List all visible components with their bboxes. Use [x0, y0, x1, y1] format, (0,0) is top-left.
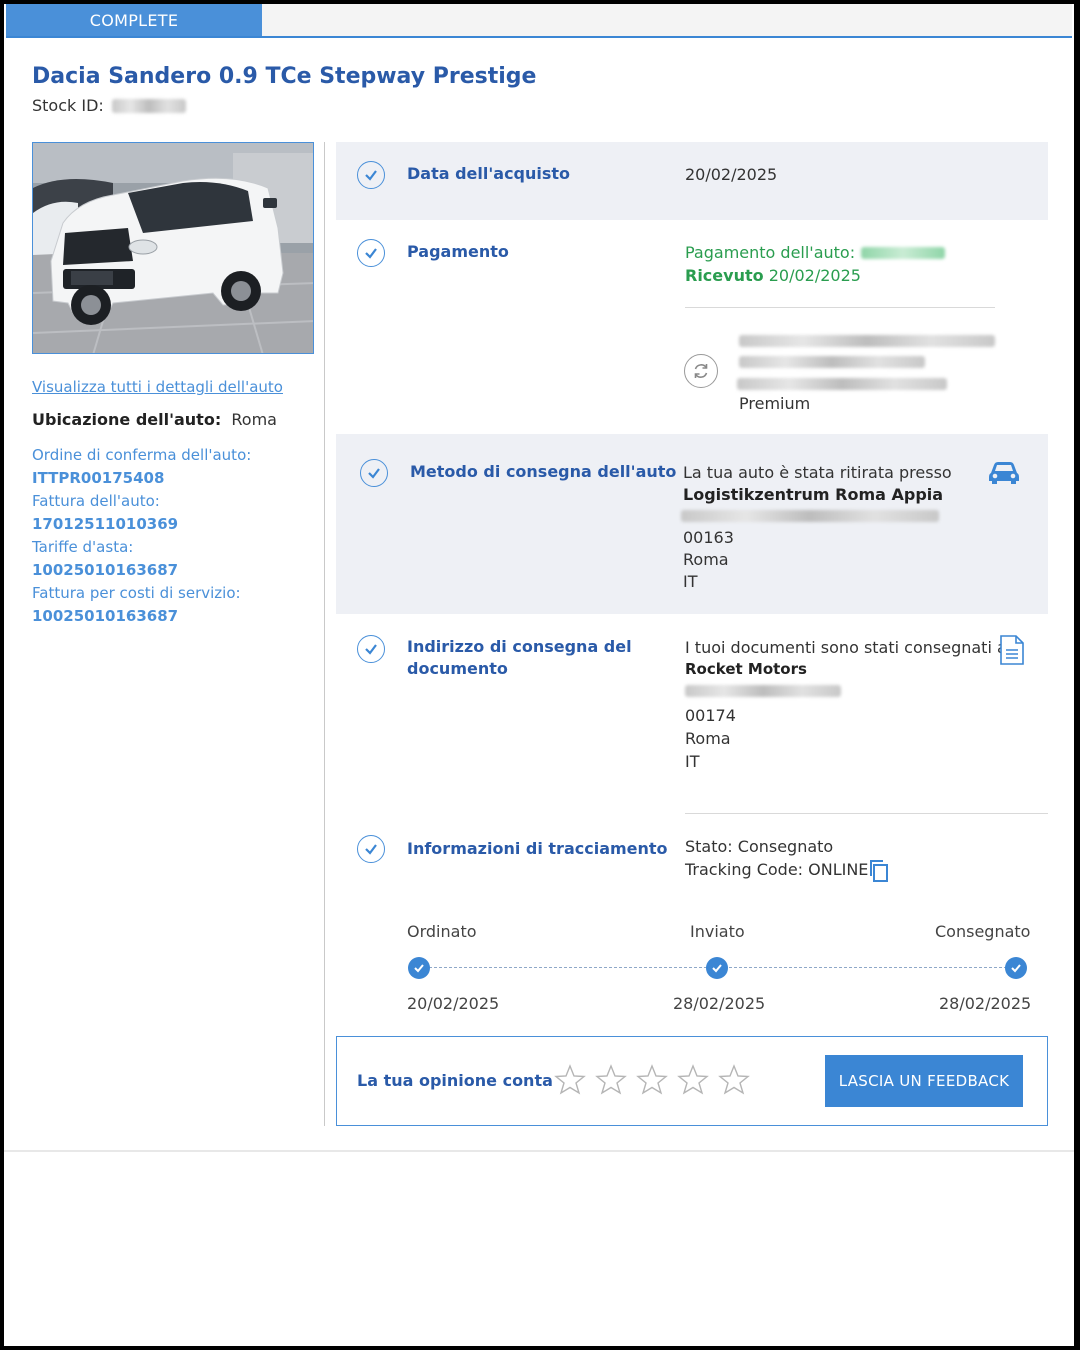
payment-received-date: 20/02/2025	[768, 266, 861, 285]
documents-city: Roma	[685, 729, 731, 748]
delivery-location-name: Logistikzentrum Roma Appia	[683, 485, 944, 504]
star-icon[interactable]	[594, 1063, 628, 1097]
refresh-icon[interactable]	[684, 354, 718, 388]
documents-label-line2: documento	[407, 659, 508, 678]
documents-zip: 00174	[685, 706, 736, 725]
auction-fees-label: Tariffe d'asta:	[32, 538, 134, 556]
stock-id-label: Stock ID:	[32, 96, 104, 115]
order-confirmation-label: Ordine di conferma dell'auto:	[32, 446, 252, 464]
timeline-date-delivered: 28/02/2025	[939, 994, 1032, 1013]
payment-car-line: Pagamento dell'auto:	[685, 241, 946, 264]
payment-divider	[685, 307, 995, 308]
order-ids: Ordine di conferma dell'auto: ITTPR00175…	[32, 444, 312, 628]
documents-label-line1: Indirizzo di consegna del	[407, 637, 632, 656]
payment-car-label: Pagamento dell'auto:	[685, 243, 856, 262]
tracking-status: Stato: Consegnato	[685, 837, 834, 856]
star-icon[interactable]	[553, 1063, 587, 1097]
delivery-country: IT	[683, 572, 698, 591]
delivery-zip: 00163	[683, 528, 734, 547]
feedback-box: La tua opinione conta LASCIA UN FEEDBACK	[336, 1036, 1048, 1126]
status-bar: COMPLETE	[6, 4, 1072, 38]
timeline-dot-ordered	[408, 957, 430, 979]
timeline-date-ordered: 20/02/2025	[407, 994, 500, 1013]
view-details-link[interactable]: Visualizza tutti i dettagli dell'auto	[32, 378, 283, 396]
car-invoice-label: Fattura dell'auto:	[32, 492, 160, 510]
check-icon	[357, 161, 385, 189]
documents-divider	[685, 813, 1048, 814]
stock-id: Stock ID:	[32, 96, 186, 115]
plan-details-redacted-2	[739, 356, 925, 368]
payment-amount-redacted	[861, 246, 946, 259]
star-icon[interactable]	[635, 1063, 669, 1097]
card-bottom-edge	[4, 1150, 1074, 1152]
auction-fees-link[interactable]: 10025010163687	[32, 559, 312, 582]
delivery-city: Roma	[683, 550, 729, 569]
documents-intro: I tuoi documenti sono stati consegnati a	[685, 638, 1007, 657]
car-location-value: Roma	[231, 410, 277, 429]
documents-street-redacted	[685, 685, 841, 697]
check-icon	[360, 459, 388, 487]
star-icon[interactable]	[676, 1063, 710, 1097]
check-icon	[357, 239, 385, 267]
delivery-label: Metodo di consegna dell'auto	[410, 462, 677, 481]
document-icon[interactable]	[998, 634, 1026, 670]
timeline-step-ordered: Ordinato	[407, 922, 477, 941]
timeline-date-sent: 28/02/2025	[673, 994, 766, 1013]
plan-details-redacted-3	[737, 378, 947, 390]
car-location: Ubicazione dell'auto: Roma	[32, 410, 277, 429]
delivery-intro: La tua auto è stata ritirata presso	[683, 463, 952, 482]
car-invoice-link[interactable]: 17012511010369	[32, 513, 312, 536]
star-rating[interactable]	[553, 1063, 751, 1097]
car-icon	[988, 460, 1020, 488]
purchase-date: 20/02/2025	[685, 165, 778, 184]
timeline-dot-delivered	[1005, 957, 1027, 979]
copy-icon[interactable]	[868, 859, 890, 887]
check-icon	[357, 635, 385, 663]
car-image	[33, 143, 313, 353]
vehicle-title: Dacia Sandero 0.9 TCe Stepway Prestige	[32, 64, 537, 89]
order-card: COMPLETE Dacia Sandero 0.9 TCe Stepway P…	[4, 4, 1074, 1346]
plan-name: Premium	[739, 394, 811, 413]
payment-received: Ricevuto 20/02/2025	[685, 264, 861, 287]
purchase-label: Data dell'acquisto	[407, 164, 571, 183]
documents-recipient: Rocket Motors	[685, 660, 807, 678]
check-icon	[357, 835, 385, 863]
plan-details-redacted-1	[739, 335, 995, 347]
feedback-label: La tua opinione conta	[357, 1071, 553, 1090]
stock-id-redacted	[111, 98, 186, 113]
order-confirmation-link[interactable]: ITTPR00175408	[32, 467, 312, 490]
leave-feedback-button[interactable]: LASCIA UN FEEDBACK	[825, 1055, 1023, 1107]
timeline-step-delivered: Consegnato	[935, 922, 1031, 941]
delivery-street-redacted	[681, 510, 939, 522]
column-divider	[324, 142, 325, 1126]
car-location-label: Ubicazione dell'auto:	[32, 410, 222, 429]
payment-received-label: Ricevuto	[685, 266, 764, 285]
service-fees-link[interactable]: 10025010163687	[32, 605, 312, 628]
timeline-dot-sent	[706, 957, 728, 979]
star-icon[interactable]	[717, 1063, 751, 1097]
tracking-label: Informazioni di tracciamento	[407, 839, 668, 858]
payment-label: Pagamento	[407, 242, 509, 261]
service-fees-label: Fattura per costi di servizio:	[32, 584, 241, 602]
car-photo[interactable]	[32, 142, 314, 354]
timeline-step-sent: Inviato	[690, 922, 745, 941]
status-tab-complete[interactable]: COMPLETE	[6, 4, 262, 36]
documents-country: IT	[685, 752, 700, 771]
tracking-code: Tracking Code: ONLINE	[685, 860, 869, 879]
